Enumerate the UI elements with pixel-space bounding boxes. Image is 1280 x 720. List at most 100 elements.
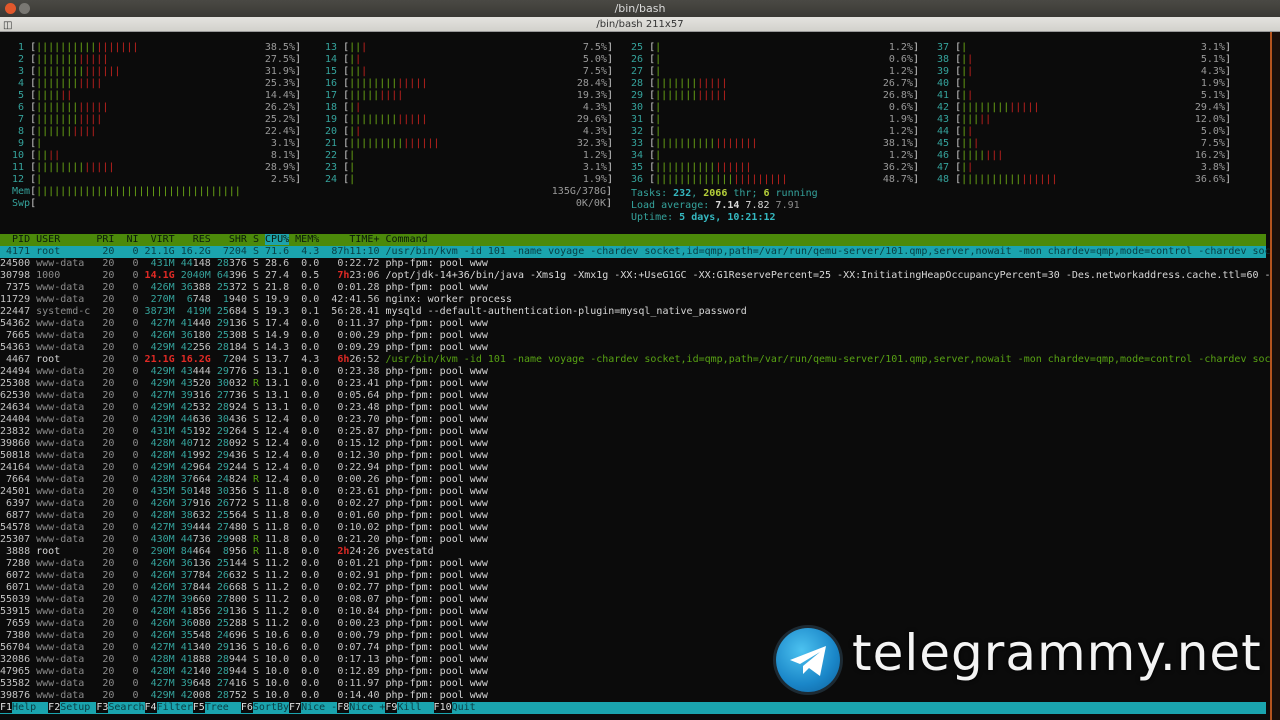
function-filter-button[interactable]: Filter — [156, 702, 193, 713]
table-header: PID USER PRI NI VIRT RES SHR S CPU% MEM%… — [0, 234, 1266, 246]
cell-command: php-fpm: pool www — [385, 462, 488, 473]
cell-pri: 20 — [96, 378, 115, 389]
cell-time: 0:12.30 — [325, 450, 380, 461]
terminal-tab-title[interactable]: /bin/bash 211x57 — [596, 19, 683, 30]
bracket-close: ] — [294, 54, 301, 65]
process-row[interactable]: 3888 root 20 0 290M 84464 8956 R 11.8 0.… — [0, 546, 434, 558]
size-value-low: 396 — [228, 270, 247, 281]
process-row[interactable]: 62530 www-data 20 0 427M 39316 27736 S 1… — [0, 390, 488, 402]
process-row[interactable]: 24164 www-data 20 0 429M 42964 29244 S 1… — [0, 462, 488, 474]
process-row[interactable]: 54363 www-data 20 0 429M 42256 28184 S 1… — [0, 342, 488, 354]
column-header-command[interactable]: Command — [386, 234, 428, 245]
cell-s: S — [252, 258, 259, 269]
column-header-shr[interactable]: SHR — [217, 234, 247, 245]
cell-pid: 54578 — [0, 522, 31, 533]
process-row[interactable]: 7375 www-data 20 0 426M 36388 25372 S 21… — [0, 282, 488, 294]
size-value-high: 35 — [180, 630, 193, 641]
cpu-percent: 1.9%] — [1200, 78, 1231, 89]
process-row[interactable]: 25308 www-data 20 0 429M 43520 30032 R 1… — [0, 378, 488, 390]
column-header-res[interactable]: RES — [181, 234, 211, 245]
htop-terminal[interactable]: Tasks: 232, 2066 thr; 6 running Load ave… — [0, 32, 1277, 720]
process-row[interactable]: 22447 systemd-c 20 0 3873M 419M 25684 S … — [0, 306, 747, 318]
column-header-pri[interactable]: PRI — [96, 234, 114, 245]
process-row[interactable]: 7659 www-data 20 0 426M 36080 25288 S 11… — [0, 618, 488, 630]
cpu-bar-user: | — [349, 174, 356, 185]
tab-menu-icon[interactable]: ◫ — [3, 18, 12, 33]
size-value-high: 28 — [216, 342, 229, 353]
cpu-label: 17 — [325, 90, 344, 101]
function-search-button[interactable]: Search — [108, 702, 145, 713]
process-row[interactable]: 7665 www-data 20 0 426M 36180 25308 S 14… — [0, 330, 488, 342]
process-row[interactable]: 7280 www-data 20 0 426M 36136 25144 S 11… — [0, 558, 488, 570]
process-row[interactable]: 47965 www-data 20 0 428M 42140 28944 S 1… — [0, 666, 488, 678]
function-setup-button[interactable]: Setup — [60, 702, 97, 713]
cell-command: nginx: worker process — [385, 294, 512, 305]
cell-cpu: 13.1 — [265, 378, 290, 389]
process-row[interactable]: 7380 www-data 20 0 426M 35548 24696 S 10… — [0, 630, 488, 642]
bracket-close: ] — [912, 138, 919, 149]
process-row[interactable]: 53915 www-data 20 0 428M 41856 29136 S 1… — [0, 606, 488, 618]
process-row[interactable]: 55039 www-data 20 0 427M 39660 27800 S 1… — [0, 594, 488, 606]
process-row[interactable]: 39860 www-data 20 0 428M 40712 28092 S 1… — [0, 438, 488, 450]
process-row[interactable]: 6071 www-data 20 0 426M 37844 26668 S 11… — [0, 582, 488, 594]
column-header-time[interactable]: TIME+ — [325, 234, 379, 245]
cell-pid: 25307 — [0, 534, 31, 545]
cell-mem: 0.0 — [295, 522, 320, 533]
cell-s: S — [252, 582, 259, 593]
column-header-mem[interactable]: MEM% — [295, 234, 319, 245]
process-row[interactable]: 24494 www-data 20 0 429M 43444 29776 S 1… — [0, 366, 488, 378]
column-header-s[interactable]: S — [253, 234, 259, 245]
cell-s: S — [252, 390, 259, 401]
minimize-window-button[interactable] — [19, 3, 30, 14]
cpu-bar-system: |||||| — [1021, 174, 1058, 185]
cpu-meter: 4 [||||||||||| 25.3%] — [12, 78, 301, 90]
column-header-cpu[interactable]: CPU% — [265, 234, 290, 245]
process-row[interactable]: 54578 www-data 20 0 427M 39444 27480 S 1… — [0, 522, 488, 534]
size-value-high: 43 — [180, 378, 193, 389]
function-kill-button[interactable]: Kill — [397, 702, 434, 713]
process-row[interactable]: 4171 root 20 0 21.1G 16.2G 7204 S 71.6 4… — [0, 246, 1277, 258]
process-row[interactable]: 11729 www-data 20 0 270M 6748 1940 S 19.… — [0, 294, 512, 306]
process-row[interactable]: 23832 www-data 20 0 431M 45192 29264 S 1… — [0, 426, 488, 438]
process-row[interactable]: 54362 www-data 20 0 427M 41440 29136 S 1… — [0, 318, 488, 330]
cell-s: S — [252, 426, 259, 437]
function-sortby-button[interactable]: SortBy — [252, 702, 290, 713]
cell-pid: 6072 — [0, 570, 31, 581]
process-row[interactable]: 24500 www-data 20 0 431M 44148 28376 S 2… — [0, 258, 488, 270]
cpu-bar-user: |||||||| — [349, 78, 398, 89]
cell-user: www-data — [36, 690, 91, 701]
process-row[interactable]: 6877 www-data 20 0 428M 38632 25564 S 11… — [0, 510, 488, 522]
size-value-high: 25 — [216, 330, 229, 341]
process-row[interactable]: 4467 root 20 0 21.1G 16.2G 7204 S 13.7 4… — [0, 354, 1277, 366]
bracket-close: ] — [294, 78, 301, 89]
process-row[interactable]: 6397 www-data 20 0 426M 37916 26772 S 11… — [0, 498, 488, 510]
column-header-user[interactable]: USER — [36, 234, 90, 245]
process-row[interactable]: 30798 1000 20 0 14.1G 2040M 64396 S 27.4… — [0, 270, 1277, 282]
process-row[interactable]: 7664 www-data 20 0 428M 37664 24824 R 12… — [0, 474, 488, 486]
function-help-button[interactable]: Help — [12, 702, 49, 713]
process-row[interactable]: 53582 www-data 20 0 427M 39648 27416 S 1… — [0, 678, 488, 690]
process-row[interactable]: 24634 www-data 20 0 429M 42532 28924 S 1… — [0, 402, 488, 414]
function-nice-button[interactable]: Nice + — [349, 702, 386, 713]
column-header-virt[interactable]: VIRT — [145, 234, 175, 245]
function-tree-button[interactable]: Tree — [204, 702, 241, 713]
cell-user: www-data — [36, 426, 91, 437]
function-quit-button[interactable]: Quit — [451, 702, 476, 713]
process-row[interactable]: 39876 www-data 20 0 429M 42008 28752 S 1… — [0, 690, 488, 702]
cpu-label: 37 — [937, 42, 956, 53]
cell-command: php-fpm: pool www — [385, 510, 488, 521]
process-row[interactable]: 56704 www-data 20 0 427M 41340 29136 S 1… — [0, 642, 488, 654]
cell-time: 0:00.23 — [325, 618, 380, 629]
column-header-pid[interactable]: PID — [0, 234, 30, 245]
process-row[interactable]: 50818 www-data 20 0 428M 41992 29436 S 1… — [0, 450, 488, 462]
process-row[interactable]: 6072 www-data 20 0 426M 37784 26632 S 11… — [0, 570, 488, 582]
cpu-bar-system: | — [967, 90, 974, 101]
process-row[interactable]: 24404 www-data 20 0 429M 44636 30436 S 1… — [0, 414, 488, 426]
cpu-percent: 29.4%] — [1194, 102, 1231, 113]
function-nice-button[interactable]: Nice - — [301, 702, 338, 713]
process-row[interactable]: 25307 www-data 20 0 430M 44736 29908 R 1… — [0, 534, 488, 546]
process-row[interactable]: 24501 www-data 20 0 435M 50148 30356 S 1… — [0, 486, 488, 498]
process-row[interactable]: 32086 www-data 20 0 428M 41888 28944 S 1… — [0, 654, 488, 666]
column-header-ni[interactable]: NI — [120, 234, 138, 245]
close-window-button[interactable] — [5, 3, 16, 14]
